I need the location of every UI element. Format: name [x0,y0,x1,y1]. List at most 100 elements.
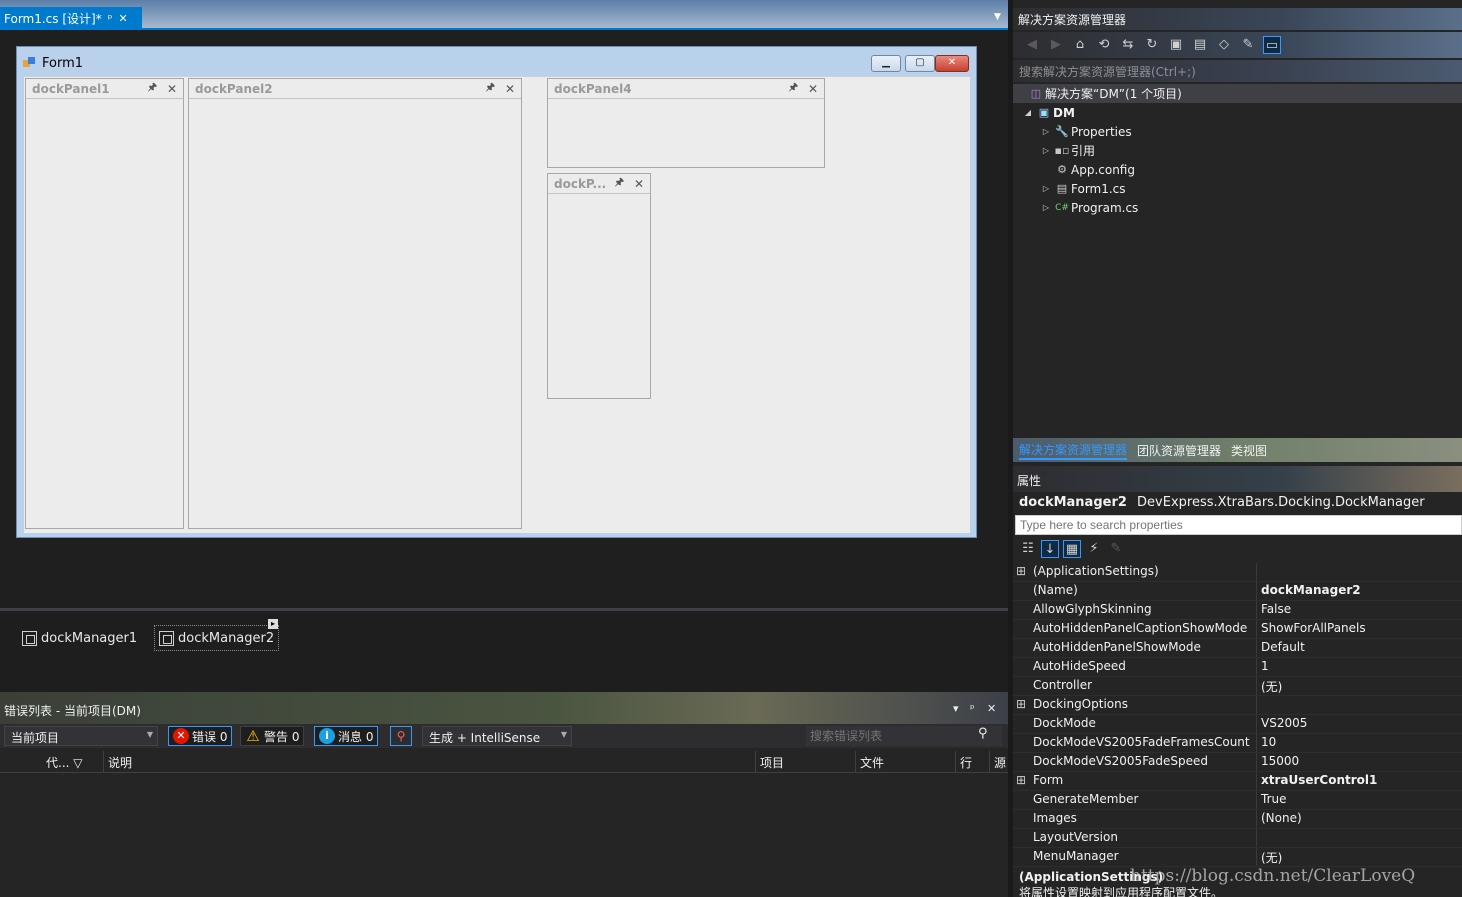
smart-tag-icon[interactable]: ▸ [268,619,278,629]
property-row[interactable]: MenuManager (无) [1013,848,1462,867]
dock-panel-1[interactable]: dockPanel1 🖈 ✕ [25,78,184,529]
column-source[interactable]: 源 [989,751,1008,773]
property-value[interactable]: Default [1257,639,1462,657]
categorized-icon[interactable]: ☷ [1019,540,1037,558]
tree-item-app-config[interactable]: ⚙ App.config [1013,160,1462,179]
property-row[interactable]: LayoutVersion [1013,829,1462,848]
tray-item-dockmanager1[interactable]: dockManager1 [18,625,141,651]
pin-icon[interactable]: 🖈 [615,175,624,192]
column-project[interactable]: 项目 [755,751,855,773]
back-icon[interactable]: ◀ [1023,36,1041,54]
expand-icon[interactable]: ⊞ [1013,563,1029,581]
property-row[interactable]: ⊞ DockingOptions [1013,696,1462,715]
build-filter-select[interactable]: 生成 + IntelliSense ▼ [422,726,572,746]
tree-item-references[interactable]: ▷ ▪▫ 引用 [1013,141,1462,160]
property-row[interactable]: DockModeVS2005FadeFramesCount 10 [1013,734,1462,753]
property-row[interactable]: AutoHiddenPanelShowMode Default [1013,639,1462,658]
collapsed-arrow-icon[interactable]: ▷ [1039,203,1053,212]
close-icon[interactable]: ✕ [505,82,515,96]
pin-icon[interactable]: 🖈 [789,80,798,97]
tab-overflow-icon[interactable]: ▼ [994,12,1001,22]
collapse-all-icon[interactable]: ▣ [1167,36,1185,54]
property-value[interactable]: (无) [1257,677,1462,695]
pin-icon[interactable]: 🖈 [148,80,157,97]
tray-item-dockmanager2[interactable]: dockManager2 [154,625,280,651]
messages-filter-toggle[interactable]: i 消息 0 [314,726,379,746]
tab-solution-explorer[interactable]: 解决方案资源管理器 [1019,441,1128,460]
property-value[interactable]: False [1257,601,1462,619]
errors-filter-toggle[interactable]: ✕ 错误 0 [168,726,233,746]
error-search-input[interactable] [806,726,1002,746]
tree-item-solution[interactable]: ◫ 解决方案“DM”(1 个项目) [1013,84,1462,103]
maximize-button[interactable]: ▢ [905,55,935,72]
expand-icon[interactable]: ⊞ [1013,772,1029,790]
property-value[interactable] [1257,696,1462,714]
property-row[interactable]: AutoHideSpeed 1 [1013,658,1462,677]
minimize-button[interactable]: ▁ [871,55,901,72]
column-file[interactable]: 文件 [855,751,955,773]
column-line[interactable]: 行 [955,751,989,773]
dock-panel-4[interactable]: dockPanel4 🖈 ✕ [547,78,825,168]
dock-panel-2[interactable]: dockPanel2 🖈 ✕ [188,78,522,529]
tab-team-explorer[interactable]: 团队资源管理器 [1137,442,1221,459]
tree-item-properties[interactable]: ▷ 🔧 Properties [1013,122,1462,141]
expand-icon[interactable]: ⊞ [1013,696,1029,714]
tree-item-project-dm[interactable]: ◢ ▣ DM [1013,103,1462,122]
pin-icon[interactable]: ᵖ [108,12,113,25]
properties-view-icon[interactable]: ▦ [1063,540,1081,558]
tab-class-view[interactable]: 类视图 [1231,442,1267,459]
close-icon[interactable]: ✕ [634,177,644,191]
property-value[interactable]: 15000 [1257,753,1462,771]
events-icon[interactable]: ⚡ [1085,540,1103,558]
property-row[interactable]: (Name) dockManager2 [1013,582,1462,601]
property-value[interactable]: (None) [1257,810,1462,828]
expanded-arrow-icon[interactable]: ◢ [1021,108,1035,117]
pending-changes-filter-icon[interactable]: ⟲ [1095,36,1113,54]
property-value[interactable]: True [1257,791,1462,809]
column-description[interactable]: 说明 [103,751,755,773]
solution-search-input[interactable]: 搜索解决方案资源管理器(Ctrl+;) [1013,60,1462,82]
show-all-files-icon[interactable]: ▤ [1191,36,1209,54]
property-row[interactable]: AllowGlyphSkinning False [1013,601,1462,620]
close-icon[interactable]: ✕ [808,82,818,96]
property-value[interactable]: VS2005 [1257,715,1462,733]
search-icon[interactable]: ⚲ [978,726,988,741]
property-row[interactable]: AutoHiddenPanelCaptionShowMode ShowForAll… [1013,620,1462,639]
properties-wrench-icon[interactable]: ✎ [1239,36,1257,54]
collapsed-arrow-icon[interactable]: ▷ [1039,127,1053,136]
close-button[interactable]: ✕ [935,55,969,72]
collapsed-arrow-icon[interactable]: ▷ [1039,184,1053,193]
property-row[interactable]: DockModeVS2005FadeSpeed 15000 [1013,753,1462,772]
scope-select[interactable]: 当前项目 ▼ [4,726,158,746]
property-row[interactable]: Controller (无) [1013,677,1462,696]
property-row[interactable]: GenerateMember True [1013,791,1462,810]
property-value[interactable]: 1 [1257,658,1462,676]
pin-icon[interactable]: 🖈 [486,80,495,97]
property-value[interactable]: xtraUserControl1 [1257,772,1462,790]
properties-object-selector[interactable]: dockManager2 DevExpress.XtraBars.Docking… [1013,492,1462,514]
view-code-icon[interactable]: ◇ [1215,36,1233,54]
window-menu-icon[interactable]: ▾ [953,702,959,715]
dock-panel-3[interactable]: dockP... 🖈 ✕ [547,173,651,399]
property-row[interactable]: ⊞ (ApplicationSettings) [1013,563,1462,582]
property-value[interactable]: dockManager2 [1257,582,1462,600]
form-window[interactable]: Form1 ▁ ▢ ✕ dockPanel1 🖈 ✕ dockPanel2 🖈 … [16,46,977,538]
property-value[interactable] [1257,829,1462,847]
tree-item-program[interactable]: ▷ C# Program.cs [1013,198,1462,217]
close-icon[interactable]: ✕ [167,82,177,96]
home-icon[interactable]: ⌂ [1071,36,1089,54]
warnings-filter-toggle[interactable]: ⚠ 警告 0 [240,726,305,746]
property-value[interactable] [1257,563,1462,581]
property-row[interactable]: DockMode VS2005 [1013,715,1462,734]
alphabetical-icon[interactable]: ↓ [1041,540,1059,558]
property-row[interactable]: Images (None) [1013,810,1462,829]
properties-search-input[interactable] [1015,515,1462,535]
sync-icon[interactable]: ⇆ [1119,36,1137,54]
close-icon[interactable]: ✕ [987,702,996,715]
collapsed-arrow-icon[interactable]: ▷ [1039,146,1053,155]
tab-form1-designer[interactable]: Form1.cs [设计]* ᵖ ✕ [0,7,142,30]
property-value[interactable]: ShowForAllPanels [1257,620,1462,638]
filter-icon[interactable]: ⚲ [390,726,412,746]
property-value[interactable]: (无) [1257,848,1462,866]
preview-icon[interactable]: ▭ [1263,36,1281,54]
